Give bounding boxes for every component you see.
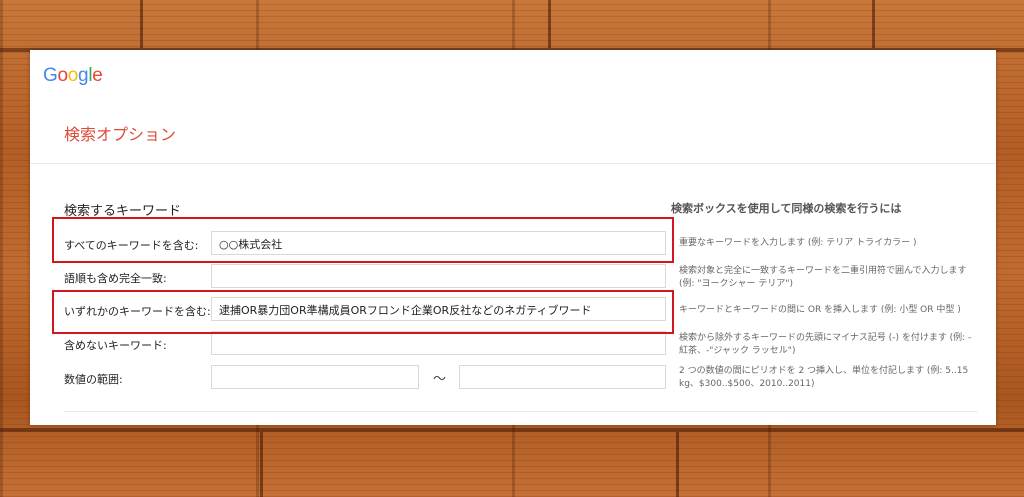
help-title: 検索ボックスを使用して同様の検索を行うには	[671, 202, 902, 215]
any-words-help: キーワードとキーワードの間に OR を挿入します (例: 小型 OR 中型 )	[679, 305, 961, 315]
exact-phrase-label: 語順も含め完全一致:	[64, 272, 167, 285]
number-range-from-input[interactable]	[211, 365, 419, 389]
wood-plank-seam	[676, 432, 679, 497]
logo-letter: o	[57, 65, 68, 86]
wood-plank-seam	[548, 0, 551, 48]
exclude-words-help: 検索から除外するキーワードの先頭にマイナス記号 (-) を付けます (例: -紅…	[679, 333, 972, 356]
search-options-panel: Google 検索オプション 検索するキーワード 検索ボックスを使用して同様の検…	[30, 50, 996, 425]
bottom-divider	[64, 411, 978, 412]
number-range-help: 2 つの数値の間にピリオドを 2 つ挿入し、単位を付記します (例: 5..15…	[679, 366, 969, 389]
exact-phrase-help: 検索対象と完全に一致するキーワードを二重引用符で囲んで入力します (例: "ヨー…	[679, 266, 967, 289]
page-title: 検索オプション	[64, 125, 177, 144]
logo-letter: g	[78, 65, 89, 86]
header-divider	[30, 163, 996, 164]
wood-plank-seam	[872, 0, 875, 48]
logo-letter: e	[92, 65, 103, 86]
wood-plank-seam	[260, 432, 263, 497]
number-range-to-input[interactable]	[459, 365, 666, 389]
highlight-box-any-words	[52, 290, 674, 334]
logo-letter: G	[43, 65, 58, 86]
google-logo[interactable]: Google	[43, 65, 103, 87]
logo-letter: o	[67, 65, 79, 86]
range-separator: 〜	[433, 372, 447, 387]
exclude-words-label: 含めないキーワード:	[64, 339, 167, 352]
number-range-label: 数値の範囲:	[64, 373, 123, 386]
exclude-words-input[interactable]	[211, 331, 666, 355]
wood-plank-line	[0, 428, 1024, 432]
highlight-box-all-words	[52, 217, 674, 263]
wood-plank-seam	[140, 0, 143, 48]
exact-phrase-input[interactable]	[211, 264, 666, 288]
all-words-help: 重要なキーワードを入力します (例: テリア トライカラー )	[679, 238, 917, 248]
